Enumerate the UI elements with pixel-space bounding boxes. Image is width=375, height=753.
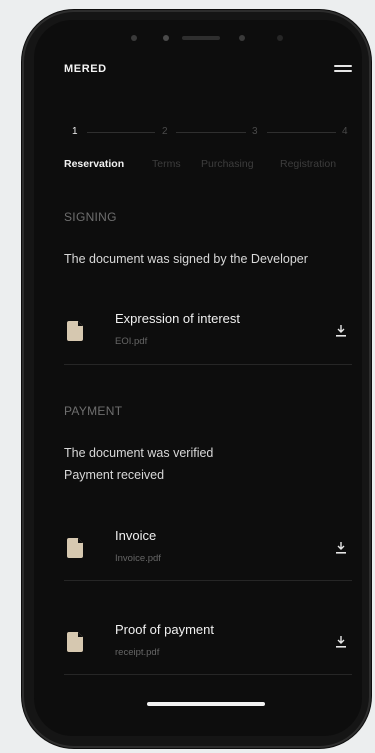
camera-dot <box>163 35 169 41</box>
divider <box>64 580 352 581</box>
signing-status: The document was signed by the Developer <box>64 252 308 266</box>
step-label-registration[interactable]: Registration <box>280 158 336 170</box>
document-row-expression-of-interest[interactable]: Expression of interest EOI.pdf <box>64 308 352 362</box>
document-filename: EOI.pdf <box>115 336 148 347</box>
document-row-proof-of-payment[interactable]: Proof of payment receipt.pdf <box>64 619 352 673</box>
step-label-purchasing[interactable]: Purchasing <box>201 158 254 170</box>
section-title-signing: SIGNING <box>64 210 117 224</box>
download-icon[interactable] <box>335 635 347 649</box>
sensor-dot <box>239 35 245 41</box>
step-connector <box>176 132 246 133</box>
speaker-grille <box>182 36 220 40</box>
camera-notch <box>34 28 362 48</box>
step-connector <box>267 132 336 133</box>
hamburger-menu-icon[interactable] <box>334 64 354 74</box>
step-connector <box>87 132 155 133</box>
document-filename: receipt.pdf <box>115 647 160 658</box>
document-name: Proof of payment <box>115 622 214 637</box>
home-indicator[interactable] <box>147 702 265 706</box>
step-number-2: 2 <box>162 126 168 137</box>
step-number-4: 4 <box>342 126 348 137</box>
download-icon[interactable] <box>335 324 347 338</box>
document-name: Expression of interest <box>115 311 241 326</box>
sensor-dot <box>131 35 137 41</box>
payment-status-verified: The document was verified <box>64 446 214 460</box>
payment-status-received: Payment received <box>64 468 165 482</box>
document-name: Invoice <box>115 528 157 543</box>
step-number-3: 3 <box>252 126 258 137</box>
app-screen: MERED 1 2 3 4 Reservation Terms Purchasi… <box>34 20 362 736</box>
file-icon <box>67 538 83 558</box>
sensor-dot <box>277 35 283 41</box>
step-label-reservation[interactable]: Reservation <box>64 158 124 170</box>
divider <box>64 674 352 675</box>
document-filename: Invoice.pdf <box>115 553 161 564</box>
file-icon <box>67 632 83 652</box>
file-icon <box>67 321 83 341</box>
divider <box>64 364 352 365</box>
section-title-payment: PAYMENT <box>64 404 123 418</box>
document-row-invoice[interactable]: Invoice Invoice.pdf <box>64 525 352 579</box>
download-icon[interactable] <box>335 541 347 555</box>
brand-logo: MERED <box>64 63 107 75</box>
step-label-terms[interactable]: Terms <box>152 158 181 170</box>
step-number-1: 1 <box>72 126 78 137</box>
